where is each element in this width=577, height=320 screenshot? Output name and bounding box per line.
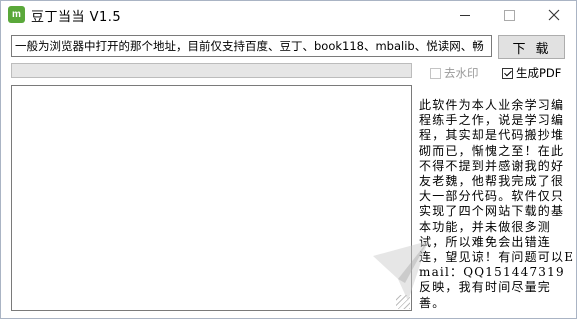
app-icon: m: [8, 6, 25, 23]
minimize-button[interactable]: [442, 1, 487, 29]
app-window: m 豆丁当当 V1.5 一般为浏览器中打开的那个地址，目前仅支持百度、豆丁、bo…: [0, 0, 577, 319]
window-title: 豆丁当当 V1.5: [31, 10, 122, 25]
remove-watermark-checkbox[interactable]: 去水印: [430, 65, 479, 81]
checkbox-box[interactable]: [502, 67, 513, 79]
close-button[interactable]: [531, 1, 576, 29]
title-bar[interactable]: m 豆丁当当 V1.5: [1, 1, 576, 29]
download-button[interactable]: 下载: [498, 35, 565, 59]
description-text: 此软件为本人业余学习编程练手之作，说是学习编程，其实却是代码搬抄堆砌而已，惭愧之…: [419, 98, 575, 310]
checkbox-box[interactable]: [430, 67, 441, 79]
log-textarea[interactable]: [11, 85, 412, 311]
generate-pdf-label: 生成PDF: [516, 66, 562, 80]
close-icon: [548, 9, 559, 21]
minimize-icon: [459, 14, 470, 16]
download-progress-bar: [11, 63, 412, 78]
url-input[interactable]: 一般为浏览器中打开的那个地址，目前仅支持百度、豆丁、book118、mbalib…: [11, 35, 492, 57]
maximize-icon: [504, 9, 515, 21]
maximize-button[interactable]: [487, 1, 532, 29]
remove-watermark-label: 去水印: [444, 66, 479, 80]
generate-pdf-checkbox[interactable]: 生成PDF: [502, 65, 561, 81]
resize-grip-icon[interactable]: [396, 295, 410, 309]
